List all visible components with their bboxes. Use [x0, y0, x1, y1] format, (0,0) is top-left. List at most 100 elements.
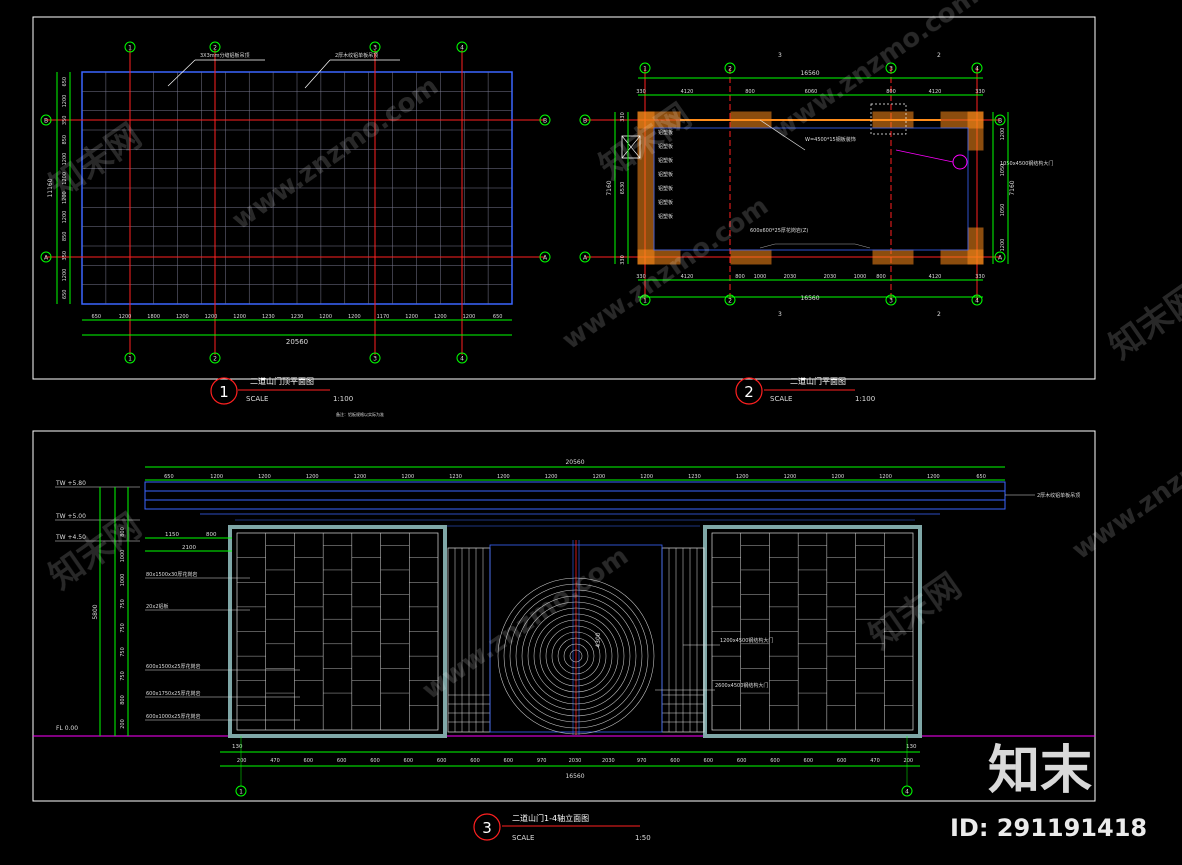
svg-text:2: 2 [728, 66, 732, 73]
dim-label: 1200 [401, 474, 414, 480]
dim-label: 650 [62, 77, 68, 87]
canopy-note: 2厚木纹铝单板吊顶 [1037, 492, 1080, 499]
watermark-brand: 知末 [988, 741, 1092, 801]
dim-label: 200 [237, 758, 247, 764]
svg-text:3: 3 [889, 298, 893, 305]
svg-text:1: 1 [239, 789, 243, 796]
dim-label: 970 [637, 758, 647, 764]
dim-label: 1170 [377, 314, 390, 320]
dim-label: 650 [493, 314, 503, 320]
drawing-title: 二道山门顶平面图 [250, 376, 314, 386]
dim-label: 600 [470, 758, 480, 764]
dim-label: 1050 [1000, 204, 1006, 217]
dim-label: 1800 [147, 314, 160, 320]
dim-label: 750 [120, 671, 126, 681]
dim-label: 1230 [262, 314, 275, 320]
drawing-number: 3 [482, 819, 492, 837]
dim-label: 1230 [688, 474, 701, 480]
scale-label: SCALE [246, 395, 268, 403]
dim-label: 1200 [354, 474, 367, 480]
floor-note: 600x600*25厚花岗岩(Z) [750, 227, 808, 234]
dim-label: 350 [62, 116, 68, 126]
dim-label: 800 [735, 274, 745, 280]
dim-label: 1200 [497, 474, 510, 480]
scale-value: 1:100 [333, 395, 353, 403]
dim-label: 1150 [165, 532, 179, 538]
dim-label: 750 [120, 623, 126, 633]
svg-text:4: 4 [975, 66, 979, 73]
dim-label: 800 [876, 274, 886, 280]
svg-text:4: 4 [460, 45, 464, 52]
ceiling-note: 2厚木纹铝单板吊顶 [335, 52, 378, 59]
svg-text:2: 2 [728, 298, 732, 305]
dim-label: 600 [337, 758, 347, 764]
dim-label: 200 [120, 719, 126, 729]
dim-label: 130 [906, 744, 917, 750]
dim-label: 1200 [545, 474, 558, 480]
dim-label: 850 [62, 232, 68, 242]
svg-text:1: 1 [128, 356, 132, 363]
dim-label: 1200 [927, 474, 940, 480]
dim-label: 800 [886, 89, 896, 95]
wall [872, 249, 914, 265]
dim-label: 970 [537, 758, 547, 764]
dim-label: 2030 [784, 274, 797, 280]
svg-text:4: 4 [460, 356, 464, 363]
dim-label: 600 [370, 758, 380, 764]
dim-label: 1200 [205, 314, 218, 320]
dim-label: 1200 [879, 474, 892, 480]
cad-drawing-canvas: 1 2 3 4 1 2 3 4 B A B A 650 1200 1800 1200 1… [0, 0, 1182, 865]
wall [967, 227, 984, 265]
ceiling-note: 3X3mm分缝铝板吊顶 [200, 52, 250, 59]
dim-label: 1200 [831, 474, 844, 480]
dim-label: 330 [636, 89, 646, 95]
dim-label: 750 [120, 599, 126, 609]
watermark-id: ID: 291191418 [950, 814, 1147, 842]
material-note: 80x1500x30厚花岗岩 [146, 571, 197, 578]
scale-label: SCALE [770, 395, 792, 403]
dim-label: 1200 [434, 314, 447, 320]
dim-label: 800 [206, 532, 217, 538]
dim-label: 1200 [1000, 128, 1006, 141]
dim-label: 800 [120, 695, 126, 705]
dim-label: 800 [745, 89, 755, 95]
dim-label: 650 [92, 314, 102, 320]
dim-label: 4120 [929, 274, 942, 280]
dim-label: 1230 [449, 474, 462, 480]
dim-label: 330 [620, 112, 626, 122]
dim-label: 1200 [784, 474, 797, 480]
drawing-footnote: 备注：铝板规格以实际为准 [336, 411, 384, 417]
total-dimension: 16560 [565, 773, 584, 780]
section-number: 2 [937, 311, 941, 318]
dim-label: 130 [232, 744, 243, 750]
svg-text:1: 1 [128, 45, 132, 52]
dim-label: 600 [670, 758, 680, 764]
scale-label: SCALE [512, 834, 534, 842]
scale-value: 1:100 [855, 395, 875, 403]
dim-label: 600 [804, 758, 814, 764]
section-number: 2 [937, 52, 941, 59]
dim-label: 650 [164, 474, 174, 480]
dim-label: 330 [620, 255, 626, 265]
dim-label: 2030 [569, 758, 582, 764]
wall-label: 铝塑板 [658, 185, 673, 192]
section-number: 3 [778, 52, 782, 59]
dim-label: 1050 [1000, 164, 1006, 177]
wall [730, 249, 772, 265]
material-note: 600x1750x25厚花岗岩 [146, 690, 201, 697]
dim-label: 1200 [348, 314, 361, 320]
dim-label: 650 [976, 474, 986, 480]
drawing-number: 2 [744, 383, 754, 401]
scale-value: 1:50 [635, 834, 651, 842]
wall-label: 铝塑板 [658, 213, 673, 220]
door-note: W=4500*15钢板装饰 [805, 136, 856, 143]
material-note: 600x1000x25厚花岗岩 [146, 713, 201, 720]
dim-label: 1200 [306, 474, 319, 480]
total-dimension: 20560 [286, 338, 308, 346]
dim-label: 1200 [233, 314, 246, 320]
dim-label: 600 [704, 758, 714, 764]
dim-label: 600 [837, 758, 847, 764]
door-note: 1200x4500钢结构大门 [720, 637, 773, 644]
door-height-dimension: 4300 [595, 632, 602, 647]
material-note: 20x2铝板 [146, 603, 169, 610]
